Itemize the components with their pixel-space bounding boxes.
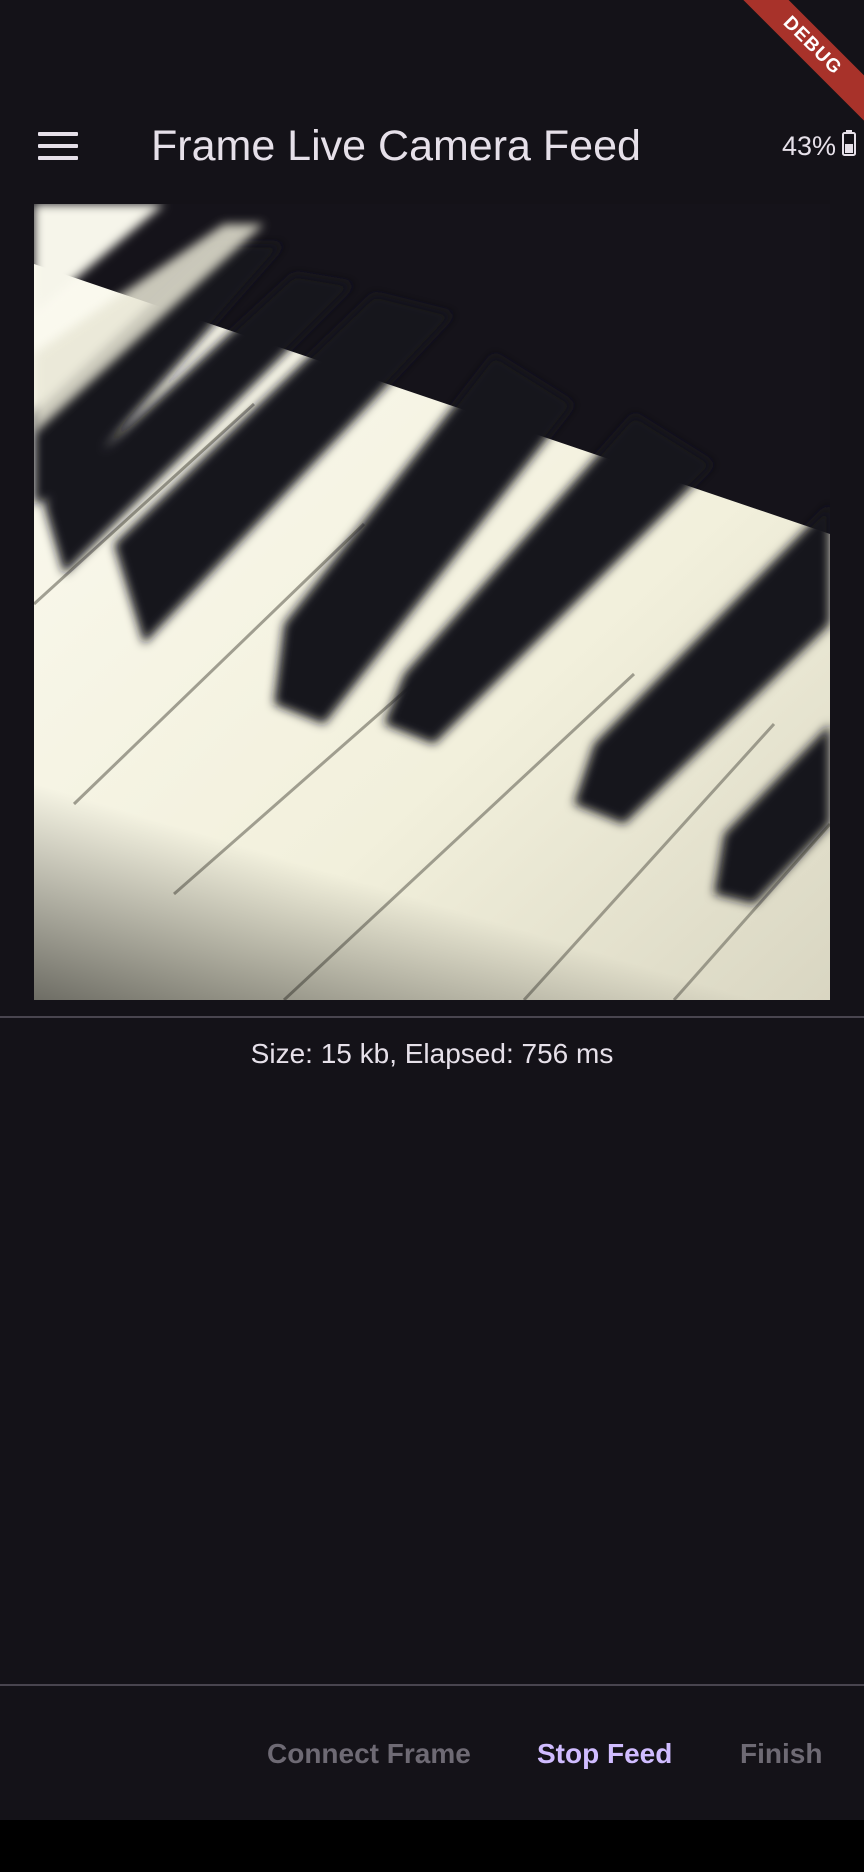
bottom-action-bar: Connect Frame Stop Feed Finish [0,1726,864,1782]
app-screen: Frame Live Camera Feed 43% Size: 15 kb, … [0,0,864,1820]
camera-feed-image [34,204,830,1000]
battery-icon [842,129,856,163]
battery-indicator: 43% [782,128,856,164]
divider [0,1684,864,1686]
battery-percent: 43% [781,130,836,161]
finish-button[interactable]: Finish [740,1726,822,1782]
menu-button[interactable] [30,122,86,170]
status-text: Size: 15 kb, Elapsed: 756 ms [250,1038,614,1069]
connect-frame-button[interactable]: Connect Frame [267,1726,471,1782]
system-navigation-bar [0,1820,864,1872]
stop-feed-button[interactable]: Stop Feed [537,1726,672,1782]
page-title: Frame Live Camera Feed [151,122,641,170]
divider [0,1016,864,1018]
hamburger-menu-icon [38,131,78,161]
app-bar: Frame Live Camera Feed 43% [0,100,864,192]
